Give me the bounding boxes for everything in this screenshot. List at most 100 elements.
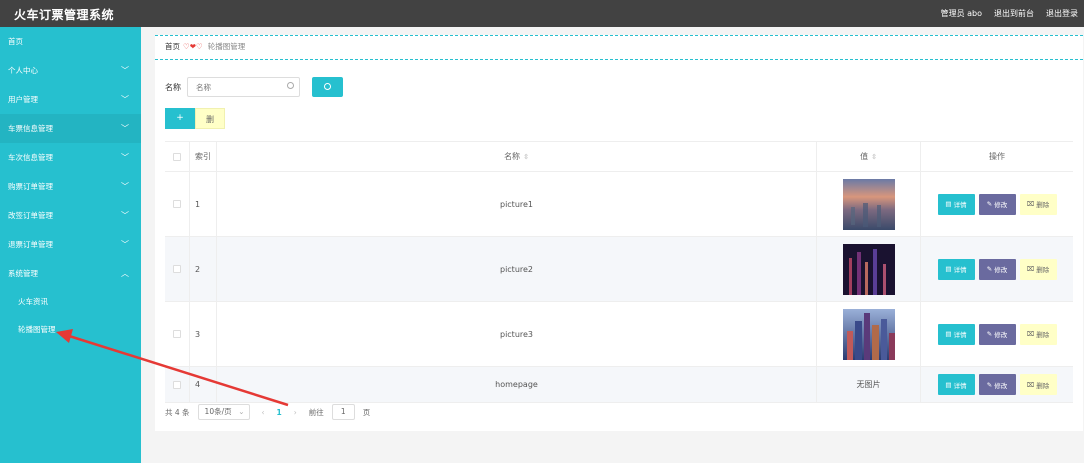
delete-button[interactable]: ⌧ 删除 — [1019, 374, 1057, 395]
delete-button[interactable]: ⌧ 删除 — [1019, 258, 1057, 280]
detail-button[interactable]: ▤ 详情 — [937, 374, 975, 395]
select-all-checkbox[interactable] — [173, 152, 181, 161]
chevron-down-icon: ﹀ — [121, 124, 129, 133]
action-row: + 删 — [165, 108, 225, 129]
edit-icon: ✎ — [986, 265, 993, 273]
edit-button[interactable]: ✎ 修改 — [978, 374, 1016, 395]
edit-button[interactable]: ✎ 修改 — [978, 193, 1016, 215]
row-index: 1 — [190, 172, 217, 236]
row-image-cell: 无图片 — [817, 367, 921, 402]
sidebar-item-home[interactable]: 首页 — [0, 27, 141, 56]
header-image-label: 值 — [860, 152, 869, 161]
trash-icon: ⌧ — [1026, 380, 1035, 389]
search-icon — [287, 82, 294, 89]
search-icon — [324, 83, 331, 90]
carousel-thumbnail — [842, 243, 895, 295]
page-number-current[interactable]: 1 — [277, 408, 282, 417]
header-image[interactable]: 值 ⇳ — [817, 142, 921, 171]
row-image-cell — [817, 172, 921, 236]
divider — [155, 59, 1083, 60]
detail-label: 详情 — [953, 201, 967, 209]
page-size-select[interactable]: 10条/页 ⌄ — [197, 404, 250, 420]
trash-icon: ⌧ — [1026, 330, 1035, 338]
sidebar-subitem-carousel[interactable]: 轮播图管理 — [0, 316, 141, 344]
sidebar-item-refund-orders[interactable]: 退票订单管理 ﹀ — [0, 230, 141, 259]
sidebar-submenu-system: 火车资讯 轮播图管理 — [0, 288, 141, 344]
sidebar-item-label: 车次信息管理 — [8, 153, 53, 162]
sidebar-item-purchase-orders[interactable]: 购票订单管理 ﹀ — [0, 172, 141, 201]
pagination: 共 4 条 10条/页 ⌄ ‹ 1 › 前往 1 页 — [165, 404, 370, 420]
goto-label: 前往 — [308, 407, 324, 417]
table-row: 3 picture3 ▤ 详情 ✎ 修改 ⌧ 删除 — [165, 302, 1073, 367]
header-name[interactable]: 名称 ⇳ — [217, 142, 817, 171]
row-name: homepage — [217, 367, 817, 402]
edit-label: 修改 — [994, 266, 1008, 274]
logout-link[interactable]: 退出登录 — [1046, 8, 1078, 19]
header-name-label: 名称 — [504, 152, 521, 161]
sort-icon[interactable]: ⇳ — [871, 153, 877, 161]
row-check-cell — [165, 237, 190, 301]
sort-icon[interactable]: ⇳ — [523, 153, 529, 161]
table-row: 2 picture2 ▤ 详情 ✎ 修改 ⌧ 删除 — [165, 237, 1073, 302]
delete-button[interactable]: ⌧ 删除 — [1019, 323, 1057, 345]
edit-button[interactable]: ✎ 修改 — [978, 258, 1016, 280]
detail-button[interactable]: ▤ 详情 — [937, 323, 975, 345]
sidebar-item-label: 用户管理 — [8, 95, 38, 104]
row-index: 3 — [190, 302, 217, 366]
row-checkbox[interactable] — [173, 200, 181, 208]
sidebar-item-system[interactable]: 系统管理 ︿ — [0, 259, 141, 288]
search-input[interactable] — [188, 78, 299, 96]
search-button[interactable] — [312, 77, 343, 97]
detail-icon: ▤ — [945, 200, 952, 208]
top-bar: 火车订票管理系统 管理员 abo 退出到前台 退出登录 — [0, 0, 1084, 27]
main-content: 首页 ♡❤♡ 轮播图管理 名称 + 删 索引 名称⇳ 值⇳ 操作 — [141, 27, 1084, 463]
next-page-button[interactable]: › — [294, 408, 297, 417]
sidebar-item-change-orders[interactable]: 改签订单管理 ﹀ — [0, 201, 141, 230]
batch-delete-button[interactable]: 删 — [195, 108, 225, 129]
row-image-cell — [817, 237, 921, 301]
row-ops: ▤ 详情 ✎ 修改 ⌧ 删除 — [921, 302, 1073, 366]
sidebar: 首页 个人中心 ﹀ 用户管理 ﹀ 车票信息管理 ﹀ 车次信息管理 ﹀ 购票订单管理 ﹀ 改… — [0, 27, 141, 463]
search-box — [187, 77, 300, 97]
chevron-down-icon: ﹀ — [121, 211, 129, 220]
delete-button[interactable]: ⌧ 删除 — [1019, 193, 1057, 215]
chevron-down-icon: ﹀ — [121, 153, 129, 162]
row-checkbox[interactable] — [173, 330, 181, 338]
detail-button[interactable]: ▤ 详情 — [937, 193, 975, 215]
prev-page-button[interactable]: ‹ — [262, 408, 265, 417]
back-to-front-link[interactable]: 退出到前台 — [994, 8, 1034, 19]
chevron-down-icon: ﹀ — [121, 182, 129, 191]
breadcrumb-home[interactable]: 首页 — [165, 41, 180, 52]
carousel-thumbnail — [842, 308, 895, 360]
row-check-cell — [165, 302, 190, 366]
detail-icon: ▤ — [945, 265, 952, 273]
breadcrumb: 首页 ♡❤♡ 轮播图管理 — [165, 41, 245, 52]
row-ops: ▤ 详情 ✎ 修改 ⌧ 删除 — [921, 237, 1073, 301]
sidebar-item-personal-center[interactable]: 个人中心 ﹀ — [0, 56, 141, 85]
header-ops: 操作 — [989, 152, 1005, 161]
add-button[interactable]: + — [165, 108, 195, 129]
edit-icon: ✎ — [986, 330, 993, 338]
search-row: 名称 — [165, 77, 343, 97]
sidebar-item-label: 改签订单管理 — [8, 211, 53, 220]
chevron-down-icon: ⌄ — [238, 407, 245, 416]
edit-button[interactable]: ✎ 修改 — [978, 323, 1016, 345]
sidebar-item-label: 系统管理 — [8, 269, 38, 278]
trash-icon: ⌧ — [1026, 265, 1035, 273]
sidebar-item-label: 个人中心 — [8, 66, 38, 75]
table-row: 4 homepage 无图片 ▤ 详情 ✎ 修改 ⌧ 删除 — [165, 367, 1073, 403]
sidebar-subitem-train-news[interactable]: 火车资讯 — [0, 288, 141, 316]
carousel-thumbnail — [842, 178, 895, 230]
edit-label: 修改 — [994, 331, 1008, 339]
detail-button[interactable]: ▤ 详情 — [937, 258, 975, 280]
row-index: 4 — [190, 367, 217, 402]
goto-page-input[interactable]: 1 — [331, 404, 355, 420]
sidebar-item-users[interactable]: 用户管理 ﹀ — [0, 85, 141, 114]
edit-label: 修改 — [994, 201, 1008, 209]
row-checkbox[interactable] — [173, 380, 181, 389]
sidebar-item-ticket-info[interactable]: 车票信息管理 ﹀ — [0, 114, 141, 143]
data-table: 索引 名称 ⇳ 值 ⇳ 操作 1 picture1 ▤ 详情 ✎ 修改 ⌧ 删除… — [165, 141, 1073, 403]
row-checkbox[interactable] — [173, 265, 181, 273]
detail-label: 详情 — [953, 381, 967, 390]
sidebar-item-train-info[interactable]: 车次信息管理 ﹀ — [0, 143, 141, 172]
